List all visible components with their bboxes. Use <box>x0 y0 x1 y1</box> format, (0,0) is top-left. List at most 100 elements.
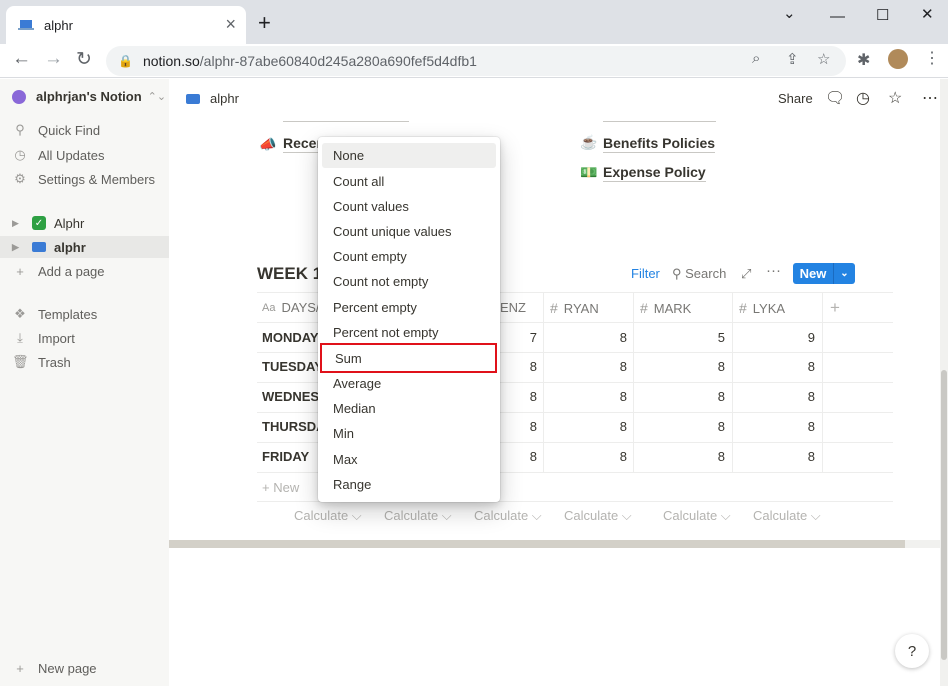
row-day[interactable]: THURSDA <box>262 419 326 434</box>
table-cell[interactable]: 8 <box>735 389 815 404</box>
add-column-button[interactable]: + <box>830 298 840 318</box>
url-path: /alphr-87abe60840d245a280a690fef5d4dfb1 <box>199 53 477 69</box>
sidebar-item-trash[interactable]: 🗑 Trash <box>12 351 71 373</box>
menu-item-count-not-empty[interactable]: Count not empty <box>322 269 496 294</box>
zoom-icon[interactable]: ⌕ <box>752 50 760 67</box>
menu-item-sum[interactable]: Sum <box>320 343 497 373</box>
search-button[interactable]: ⚲ Search <box>672 266 726 282</box>
sidebar-item-import[interactable]: ⤓ Import <box>12 327 75 349</box>
breadcrumb[interactable]: alphr <box>186 91 239 106</box>
filter-button[interactable]: Filter <box>631 266 660 281</box>
sidebar-item-page-alphr[interactable]: ▶ ✓ Alphr <box>12 212 84 234</box>
sidebar-item-all-updates[interactable]: ◷ All Updates <box>12 144 104 166</box>
new-page-button[interactable]: + New page <box>12 657 96 679</box>
share-button[interactable]: Share <box>778 91 813 106</box>
extensions-icon[interactable]: ✱ <box>857 50 870 70</box>
table-cell[interactable]: 8 <box>547 449 627 464</box>
clock-icon[interactable]: ◷ <box>856 88 870 108</box>
calculate-button[interactable]: Calculate ⌵ <box>474 508 542 524</box>
chevron-updown-icon: ⌃⌄ <box>147 91 167 103</box>
close-window-button[interactable]: ✕ <box>921 5 934 23</box>
close-tab-icon[interactable]: × <box>225 14 236 35</box>
menu-item-range[interactable]: Range <box>322 472 496 497</box>
address-bar[interactable]: 🔒 notion.so /alphr-87abe60840d245a280a69… <box>106 46 846 76</box>
expand-triangle-icon[interactable]: ▶ <box>12 218 28 229</box>
chevron-down-icon[interactable]: ⌄ <box>833 263 855 284</box>
new-tab-button[interactable]: + <box>258 10 271 36</box>
table-cell[interactable]: 8 <box>645 359 725 374</box>
bookmark-star-icon[interactable]: ☆ <box>817 50 830 68</box>
megaphone-icon: 📣 <box>259 136 277 152</box>
trash-icon: 🗑 <box>12 354 29 369</box>
column-header-mark[interactable]: # MARK <box>640 300 691 316</box>
sidebar-item-templates[interactable]: ❖ Templates <box>12 303 97 325</box>
table-cell[interactable]: 8 <box>735 449 815 464</box>
browser-tab[interactable]: alphr × <box>6 6 246 44</box>
table-cell[interactable]: 8 <box>645 419 725 434</box>
help-button[interactable]: ? <box>895 634 929 668</box>
more-options-button[interactable]: ··· <box>766 262 781 279</box>
calculate-button[interactable]: Calculate ⌵ <box>753 508 821 524</box>
table-cell[interactable]: 8 <box>547 419 627 434</box>
table-cell[interactable]: 9 <box>735 330 815 345</box>
table-cell[interactable]: 8 <box>547 389 627 404</box>
table-cell[interactable]: 8 <box>547 330 627 345</box>
more-icon[interactable]: ⋯ <box>922 88 938 108</box>
menu-item-none[interactable]: None <box>322 143 496 168</box>
page-link-benefits-policies[interactable]: Benefits Policies <box>603 135 716 153</box>
back-button[interactable]: ← <box>12 48 31 70</box>
sidebar-item-label: Quick Find <box>38 122 101 138</box>
reload-button[interactable]: ↻ <box>76 48 92 71</box>
sidebar-item-quick-find[interactable]: ⚲ Quick Find <box>12 119 100 141</box>
expand-icon[interactable]: ⤢ <box>741 266 751 282</box>
comment-icon[interactable]: 🗨 <box>825 88 845 108</box>
new-record-button[interactable]: New ⌄ <box>793 263 855 284</box>
row-day[interactable]: TUESDAY <box>262 359 323 374</box>
column-header-lyka[interactable]: # LYKA <box>739 300 785 316</box>
calculate-button[interactable]: Calculate ⌵ <box>384 508 452 524</box>
profile-avatar[interactable] <box>888 49 908 69</box>
database-title[interactable]: WEEK 1 <box>257 264 322 284</box>
row-day[interactable]: MONDAY <box>262 330 319 345</box>
table-cell[interactable]: 8 <box>645 449 725 464</box>
row-day[interactable]: FRIDAY <box>262 449 309 464</box>
favorite-star-icon[interactable]: ☆ <box>888 88 902 108</box>
table-cell[interactable]: 8 <box>547 359 627 374</box>
sidebar-item-page-alphr-lower[interactable]: ▶ alphr <box>0 236 169 258</box>
column-header-enz[interactable]: ENZ <box>500 300 526 315</box>
menu-item-count-unique-values[interactable]: Count unique values <box>322 219 496 244</box>
calculate-button[interactable]: Calculate ⌵ <box>663 508 731 524</box>
table-cell[interactable]: 8 <box>645 389 725 404</box>
sidebar-item-settings[interactable]: ⚙ Settings & Members <box>12 168 155 190</box>
menu-item-count-values[interactable]: Count values <box>322 194 496 219</box>
menu-item-count-all[interactable]: Count all <box>322 169 496 194</box>
table-cell[interactable]: 8 <box>735 359 815 374</box>
menu-item-median[interactable]: Median <box>322 396 496 421</box>
sidebar-item-label: Alphr <box>54 215 85 231</box>
expand-triangle-icon[interactable]: ▶ <box>12 242 28 253</box>
maximize-button[interactable]: ☐ <box>876 6 889 24</box>
sidebar-item-add-page[interactable]: + Add a page <box>12 260 104 282</box>
coffee-icon: ☕ <box>580 134 598 150</box>
menu-item-count-empty[interactable]: Count empty <box>322 244 496 269</box>
new-row-button[interactable]: + New <box>262 480 299 495</box>
workspace-switcher[interactable]: alphrjan's Notion ⌃⌄ <box>12 89 166 104</box>
table-cell[interactable]: 5 <box>645 330 725 345</box>
menu-item-average[interactable]: Average <box>322 371 496 396</box>
page-link-expense-policy[interactable]: Expense Policy <box>603 164 706 182</box>
browser-menu-icon[interactable]: ⋮ <box>924 48 940 68</box>
menu-item-percent-empty[interactable]: Percent empty <box>322 295 496 320</box>
menu-item-min[interactable]: Min <box>322 421 496 446</box>
chevron-down-icon[interactable]: ⌄ <box>783 4 796 22</box>
menu-item-max[interactable]: Max <box>322 447 496 472</box>
vertical-scrollbar[interactable] <box>941 370 947 660</box>
calculate-button[interactable]: Calculate ⌵ <box>294 508 362 524</box>
menu-item-percent-not-empty[interactable]: Percent not empty <box>322 320 496 345</box>
column-header-ryan[interactable]: # RYAN <box>550 300 599 316</box>
table-cell[interactable]: 8 <box>735 419 815 434</box>
forward-button[interactable]: → <box>44 48 63 70</box>
share-page-icon[interactable]: ⇪ <box>786 50 799 68</box>
calculate-button[interactable]: Calculate ⌵ <box>564 508 632 524</box>
minimize-button[interactable]: — <box>830 8 845 25</box>
horizontal-scrollbar[interactable] <box>169 540 905 548</box>
